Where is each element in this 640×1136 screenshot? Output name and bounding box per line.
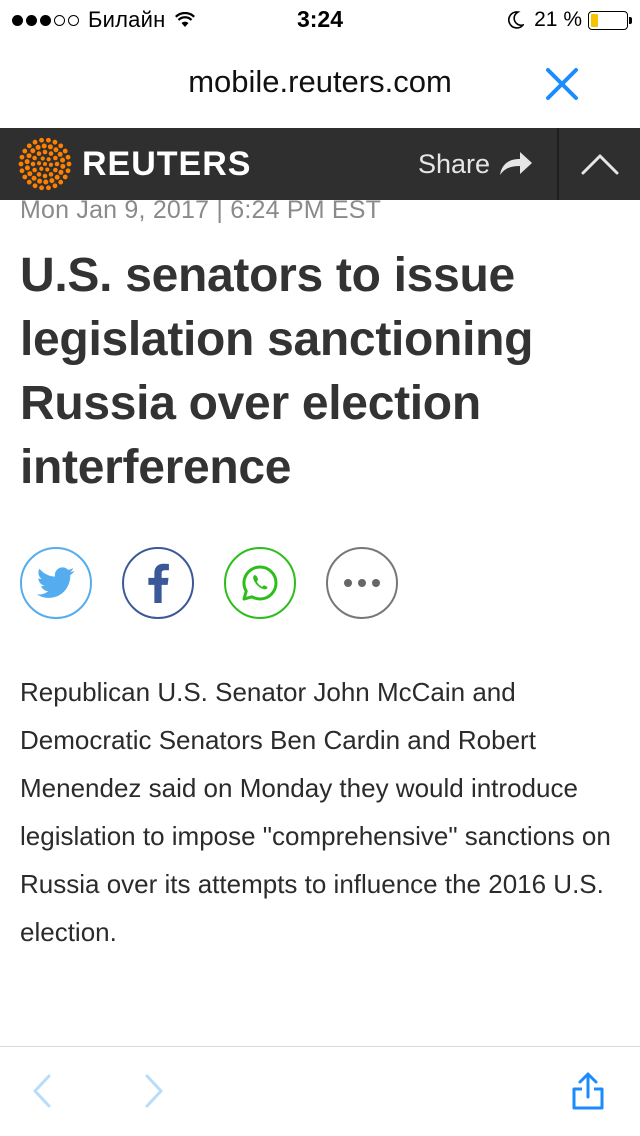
- facebook-share-button[interactable]: [122, 547, 194, 619]
- chevron-up-icon: [581, 154, 619, 175]
- ellipsis-icon: [344, 579, 380, 587]
- share-button[interactable]: Share: [418, 146, 534, 182]
- status-right: 21 %: [508, 7, 632, 33]
- article-dateline: Mon Jan 9, 2017 | 6:24 PM EST: [20, 196, 382, 224]
- header-divider: [557, 128, 559, 200]
- back-button[interactable]: [18, 1067, 66, 1115]
- share-sheet-button[interactable]: [564, 1067, 612, 1115]
- chevron-right-icon: [145, 1074, 163, 1108]
- facebook-f-icon: [148, 563, 169, 603]
- share-arrow-icon: [500, 152, 533, 175]
- bottom-toolbar: [0, 1046, 640, 1136]
- article-headline: U.S. senators to issue legislation sanct…: [20, 249, 534, 494]
- reuters-dots-logo-icon: [18, 137, 72, 191]
- battery-fill: [591, 13, 599, 27]
- chevron-left-icon: [33, 1074, 51, 1108]
- social-share-row: [20, 547, 428, 619]
- moon-icon: [508, 11, 525, 29]
- battery-cap: [629, 16, 632, 24]
- whatsapp-share-button[interactable]: [224, 547, 296, 619]
- twitter-bird-icon: [37, 567, 75, 598]
- reuters-wordmark: REUTERS: [82, 144, 252, 183]
- status-bar: Билайн 3:24 21 %: [0, 0, 640, 40]
- forward-button[interactable]: [130, 1067, 178, 1115]
- more-share-button[interactable]: [326, 547, 398, 619]
- whatsapp-phone-icon: [242, 565, 278, 601]
- share-upload-icon: [572, 1072, 604, 1110]
- reuters-header: REUTERS Share: [0, 128, 640, 200]
- reuters-logo[interactable]: REUTERS: [18, 137, 252, 191]
- twitter-share-button[interactable]: [20, 547, 92, 619]
- share-label: Share: [418, 148, 491, 179]
- collapse-button[interactable]: [560, 128, 640, 200]
- article-body: Republican U.S. Senator John McCain and …: [20, 677, 611, 947]
- close-icon[interactable]: [542, 64, 582, 104]
- battery-icon: [588, 10, 632, 30]
- battery-percent: 21 %: [534, 8, 582, 31]
